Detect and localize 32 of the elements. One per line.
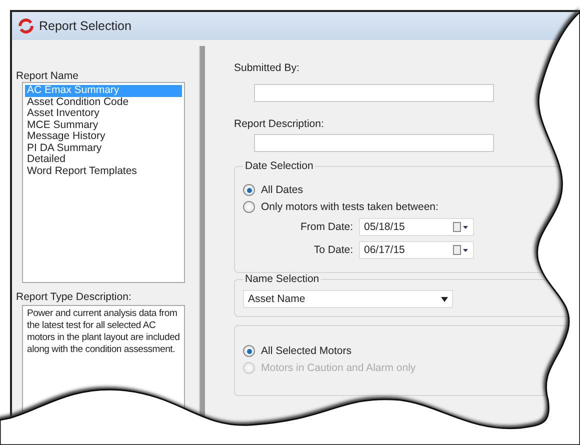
date-label: From Date: [299,221,353,233]
date-picker-field[interactable]: 06/17/15 [359,241,474,259]
report-description-field[interactable] [254,134,494,152]
name-dropdown[interactable]: Asset Name [243,290,453,308]
report-name-label: Report Name [16,70,80,82]
radio-label: All Selected Motors [261,345,352,357]
report-description-label: Report Description: [234,118,325,130]
report-list-item[interactable]: Message History [25,131,182,142]
report-list-item[interactable]: Asset Condition Code [25,96,182,108]
radio-button[interactable] [243,345,255,357]
app-logo-icon [18,18,34,34]
report-list-item[interactable]: Asset Inventory [25,108,182,120]
radio-button[interactable] [243,184,255,196]
date-picker-field[interactable]: 05/18/15 [359,218,474,236]
radio-button[interactable] [243,201,255,213]
radio-label: All Dates [261,184,304,196]
report-list-item[interactable]: Word Report Templates [25,166,182,177]
caret-icon [441,296,448,302]
calendar-dropdown-icon [453,245,469,255]
report-list-item[interactable]: PI DA Summary [25,142,182,154]
report-list-item[interactable]: Detailed [25,154,182,166]
date-label: To Date: [312,244,353,256]
description-label: Report Type Description: [16,290,132,303]
group-title: Date Selection [243,160,316,172]
radio-label: Motors in Caution and Alarm only [261,362,416,374]
submitted-by-field[interactable] [254,84,494,102]
window-title: Report Selection [39,19,132,33]
radio-label: Only motors with tests taken between: [261,201,438,213]
calendar-dropdown-icon [453,222,469,232]
report-list-item[interactable]: MCE Summary [25,120,182,131]
group-title: Name Selection [243,273,322,285]
submitted-by-label: Submitted By: [234,62,300,74]
